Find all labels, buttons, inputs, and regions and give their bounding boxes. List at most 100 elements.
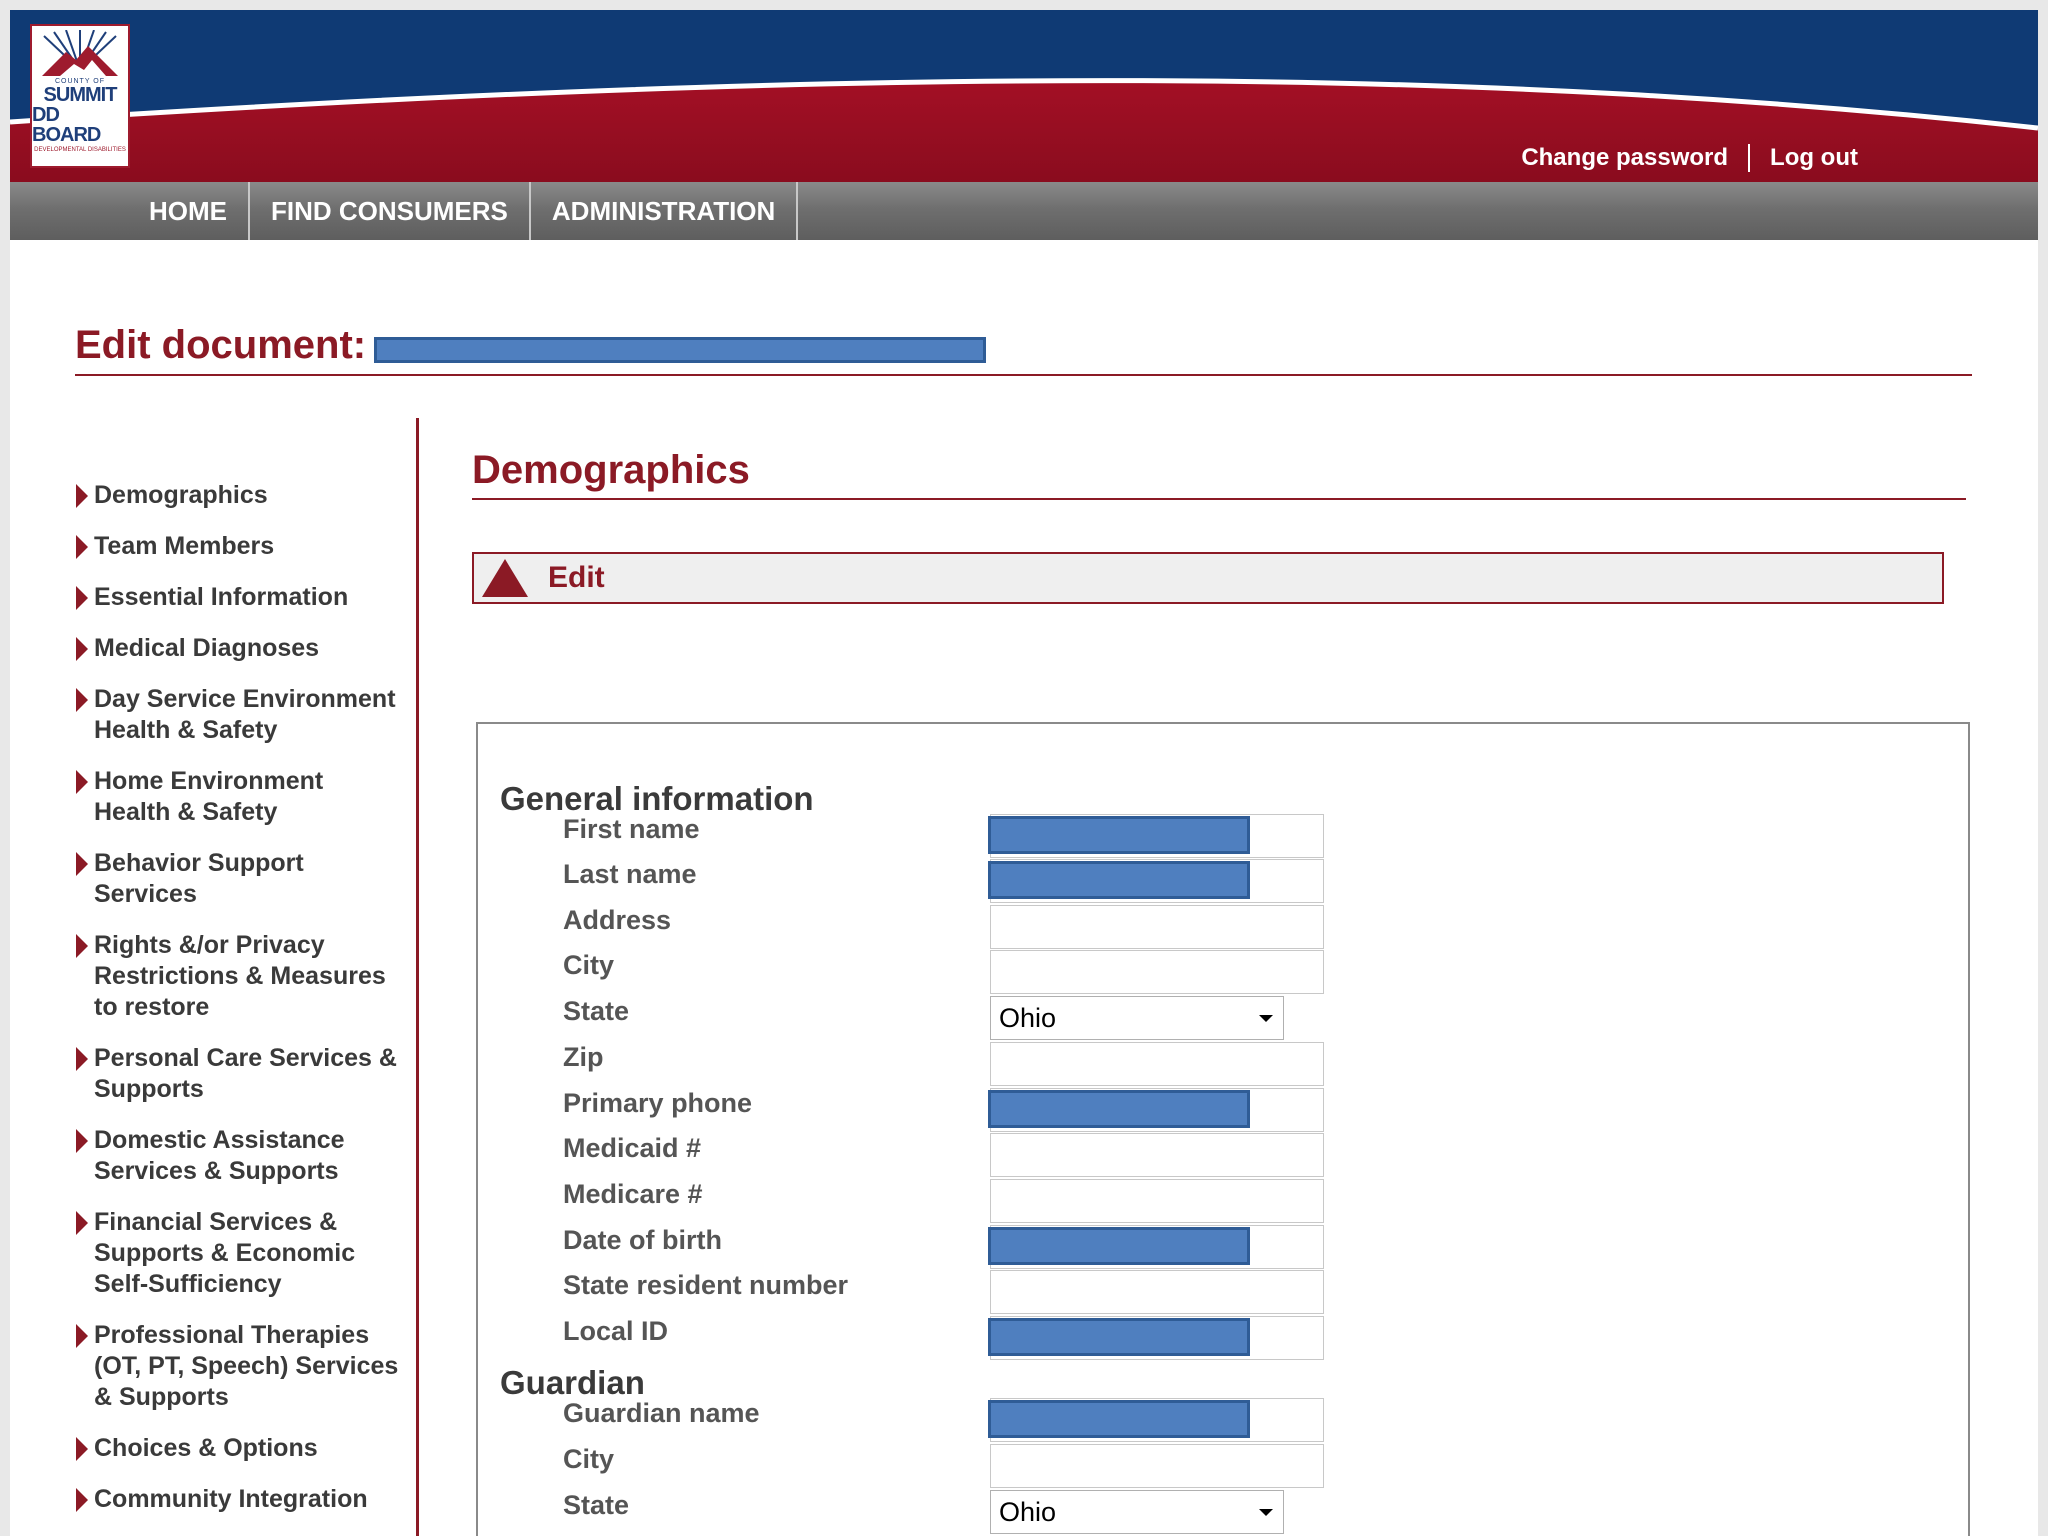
guardian-name-field[interactable] xyxy=(988,1398,1324,1442)
arrow-right-icon xyxy=(76,934,88,958)
logo-line-2: SUMMIT xyxy=(43,84,118,106)
sidebar-item-label: Essential Information xyxy=(94,583,349,611)
medicare-label: Medicare # xyxy=(563,1179,703,1209)
sidebar-item-label: Day Service Environment Health & Safety xyxy=(94,685,396,744)
log-out-link[interactable]: Log out xyxy=(1770,144,1858,172)
sidebar-item-label: Team Members xyxy=(94,532,275,560)
sidebar-item-professional-therapies[interactable]: Professional Therapies (OT, PT, Speech) … xyxy=(76,1320,406,1413)
guardian-heading: Guardian xyxy=(500,1364,645,1401)
sidebar-item-behavior-support[interactable]: Behavior Support Services xyxy=(76,848,406,910)
arrow-right-icon xyxy=(76,484,88,508)
sidebar-item-essential-information[interactable]: Essential Information xyxy=(76,582,406,613)
sidebar-item-label: Medical Diagnoses xyxy=(94,634,320,662)
city-field[interactable] xyxy=(990,950,1324,994)
account-links: Change password Log out xyxy=(1521,144,1858,172)
header-banner: COUNTY OF SUMMIT DD BOARD DEVELOPMENTAL … xyxy=(10,10,2038,182)
link-divider xyxy=(1748,144,1751,172)
arrow-right-icon xyxy=(76,1211,88,1235)
redaction xyxy=(988,1090,1250,1128)
sidebar-item-label: Home Environment Health & Safety xyxy=(94,767,324,826)
sidebar-item-financial-services[interactable]: Financial Services & Supports & Economic… xyxy=(76,1207,406,1300)
section-sidebar: Demographics Team Members Essential Info… xyxy=(76,480,406,1535)
sidebar-item-choices-options[interactable]: Choices & Options xyxy=(76,1433,406,1464)
title-redaction xyxy=(374,337,986,363)
first-name-field[interactable] xyxy=(988,814,1324,858)
sidebar-item-label: Rights &/or Privacy Restrictions & Measu… xyxy=(94,931,386,1021)
nav-find-consumers[interactable]: FIND CONSUMERS xyxy=(250,182,531,240)
arrow-right-icon xyxy=(76,1324,88,1348)
sidebar-item-demographics[interactable]: Demographics xyxy=(76,480,406,511)
sidebar-item-team-members[interactable]: Team Members xyxy=(76,531,406,562)
sidebar-item-day-service[interactable]: Day Service Environment Health & Safety xyxy=(76,684,406,746)
arrow-right-icon xyxy=(76,535,88,559)
sidebar-item-label: Personal Care Services & Supports xyxy=(94,1044,397,1103)
guardian-state-label: State xyxy=(563,1490,630,1520)
guardian-city-label: City xyxy=(563,1444,615,1474)
sidebar-item-home-environment[interactable]: Home Environment Health & Safety xyxy=(76,766,406,828)
redaction xyxy=(988,1318,1250,1356)
arrow-right-icon xyxy=(76,852,88,876)
county-logo[interactable]: COUNTY OF SUMMIT DD BOARD DEVELOPMENTAL … xyxy=(30,24,130,168)
nav-administration[interactable]: ADMINISTRATION xyxy=(531,182,799,240)
change-password-link[interactable]: Change password xyxy=(1521,144,1728,172)
guardian-name-label: Guardian name xyxy=(563,1398,760,1428)
section-divider xyxy=(472,498,1966,500)
local-id-field[interactable] xyxy=(988,1316,1324,1360)
medicaid-field[interactable] xyxy=(990,1133,1324,1177)
last-name-field[interactable] xyxy=(988,859,1324,903)
sidebar-item-label: Behavior Support Services xyxy=(94,849,304,908)
state-select[interactable]: Ohio xyxy=(990,996,1284,1040)
state-resident-number-field[interactable] xyxy=(990,1270,1324,1314)
general-information-heading: General information xyxy=(500,780,814,817)
title-divider xyxy=(75,374,1972,376)
primary-phone-field[interactable] xyxy=(988,1088,1324,1132)
sidebar-item-domestic-assistance[interactable]: Domestic Assistance Services & Supports xyxy=(76,1125,406,1187)
sidebar-item-rights-privacy[interactable]: Rights &/or Privacy Restrictions & Measu… xyxy=(76,930,406,1023)
state-select-value: Ohio xyxy=(999,1003,1057,1033)
address-field[interactable] xyxy=(990,905,1324,949)
zip-label: Zip xyxy=(563,1042,604,1072)
last-name-label: Last name xyxy=(563,859,697,889)
section-title: Demographics xyxy=(472,448,750,492)
arrow-right-icon xyxy=(76,586,88,610)
sidebar-item-label: Demographics xyxy=(94,481,268,509)
redaction xyxy=(988,1400,1250,1438)
local-id-label: Local ID xyxy=(563,1316,669,1346)
guardian-state-select-value: Ohio xyxy=(999,1497,1057,1527)
guardian-state-select[interactable]: Ohio xyxy=(990,1490,1284,1534)
edit-toggle-bar[interactable]: Edit xyxy=(472,552,1944,604)
page-title: Edit document: xyxy=(75,323,367,367)
sidebar-item-medical-diagnoses[interactable]: Medical Diagnoses xyxy=(76,633,406,664)
date-of-birth-field[interactable] xyxy=(988,1225,1324,1269)
arrow-right-icon xyxy=(76,1047,88,1071)
page: COUNTY OF SUMMIT DD BOARD DEVELOPMENTAL … xyxy=(10,10,2038,1536)
mountain-sun-icon xyxy=(42,30,118,76)
sidebar-item-label: Professional Therapies (OT, PT, Speech) … xyxy=(94,1321,399,1411)
sidebar-item-community-integration[interactable]: Community Integration xyxy=(76,1484,406,1515)
medicare-field[interactable] xyxy=(990,1179,1324,1223)
main-nav: HOME FIND CONSUMERS ADMINISTRATION xyxy=(10,182,2038,240)
arrow-right-icon xyxy=(76,1129,88,1153)
edit-label: Edit xyxy=(548,561,605,594)
sidebar-item-label: Financial Services & Supports & Economic… xyxy=(94,1208,356,1298)
first-name-label: First name xyxy=(563,814,700,844)
primary-phone-label: Primary phone xyxy=(563,1088,753,1118)
redaction xyxy=(988,1227,1250,1265)
sidebar-item-label: Domestic Assistance Services & Supports xyxy=(94,1126,345,1185)
sidebar-item-label: Community Integration xyxy=(94,1485,368,1513)
nav-home[interactable]: HOME xyxy=(128,182,250,240)
medicaid-label: Medicaid # xyxy=(563,1133,702,1163)
zip-field[interactable] xyxy=(990,1042,1324,1086)
arrow-right-icon xyxy=(76,688,88,712)
city-label: City xyxy=(563,950,615,980)
redaction xyxy=(988,816,1250,854)
state-resident-number-label: State resident number xyxy=(563,1270,849,1300)
sidebar-item-personal-care[interactable]: Personal Care Services & Supports xyxy=(76,1043,406,1105)
guardian-city-field[interactable] xyxy=(990,1444,1324,1488)
triangle-up-icon xyxy=(482,559,528,597)
dropdown-arrow-icon xyxy=(1259,1015,1273,1022)
date-of-birth-label: Date of birth xyxy=(563,1225,722,1255)
redaction xyxy=(988,861,1250,899)
logo-line-3: DD BOARD xyxy=(32,104,101,146)
arrow-right-icon xyxy=(76,770,88,794)
